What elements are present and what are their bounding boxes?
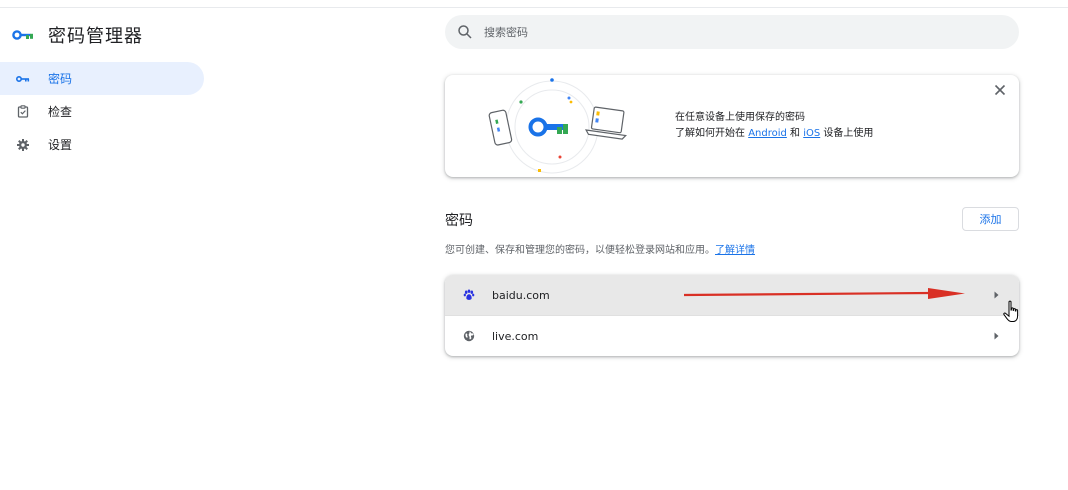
search-bar[interactable]: [445, 15, 1019, 49]
section-description: 您可创建、保存和管理您的密码，以便轻松登录网站和应用。了解详情: [445, 241, 755, 256]
add-password-button[interactable]: 添加: [962, 207, 1019, 231]
sidebar-item-label: 密码: [48, 72, 73, 86]
site-name: live.com: [492, 329, 539, 343]
promo-line-2: 了解如何开始在 Android 和 iOS 设备上使用: [675, 126, 873, 142]
gear-icon: [16, 138, 30, 152]
page-title: 密码管理器: [48, 26, 143, 47]
chevron-right-icon: [994, 332, 999, 340]
sidebar-item-passwords[interactable]: 密码: [0, 62, 204, 95]
sidebar: 密码 检查 设置: [0, 62, 204, 161]
promo-line-2-prefix: 了解如何开始在: [675, 128, 749, 139]
site-name: baidu.com: [492, 288, 550, 302]
promo-text: 在任意设备上使用保存的密码 了解如何开始在 Android 和 iOS 设备上使…: [675, 110, 873, 142]
promo-line-1: 在任意设备上使用保存的密码: [675, 112, 805, 123]
description-text: 您可创建、保存和管理您的密码，以便轻松登录网站和应用。: [445, 245, 715, 256]
learn-more-link[interactable]: 了解详情: [715, 245, 755, 256]
clipboard-check-icon: [16, 105, 30, 119]
ios-link[interactable]: iOS: [803, 128, 820, 139]
promo-line-2-suffix: 设备上使用: [820, 128, 874, 139]
close-icon[interactable]: [993, 83, 1007, 97]
sidebar-item-label: 检查: [48, 105, 73, 119]
app-header: 密码管理器: [12, 22, 143, 48]
android-link[interactable]: Android: [748, 128, 787, 139]
sidebar-item-settings[interactable]: 设置: [0, 128, 204, 161]
annotation-arrow: [684, 288, 965, 299]
search-input[interactable]: [484, 25, 964, 39]
sidebar-item-label: 设置: [48, 138, 73, 152]
password-row-live[interactable]: live.com: [445, 315, 1019, 356]
globe-icon: [462, 329, 476, 343]
section-title: 密码: [445, 213, 473, 229]
devices-illustration: [488, 78, 627, 174]
top-divider: [0, 7, 1068, 8]
key-icon: [16, 72, 30, 86]
hand-cursor-icon: [1003, 300, 1019, 322]
promo-card: 在任意设备上使用保存的密码 了解如何开始在 Android 和 iOS 设备上使…: [445, 75, 1019, 177]
baidu-paw-icon: [462, 288, 476, 302]
password-manager-logo-icon: [12, 30, 33, 40]
search-icon: [458, 25, 472, 39]
sidebar-item-checkup[interactable]: 检查: [0, 95, 204, 128]
promo-line-2-mid: 和: [786, 128, 804, 139]
chevron-right-icon: [994, 291, 999, 299]
